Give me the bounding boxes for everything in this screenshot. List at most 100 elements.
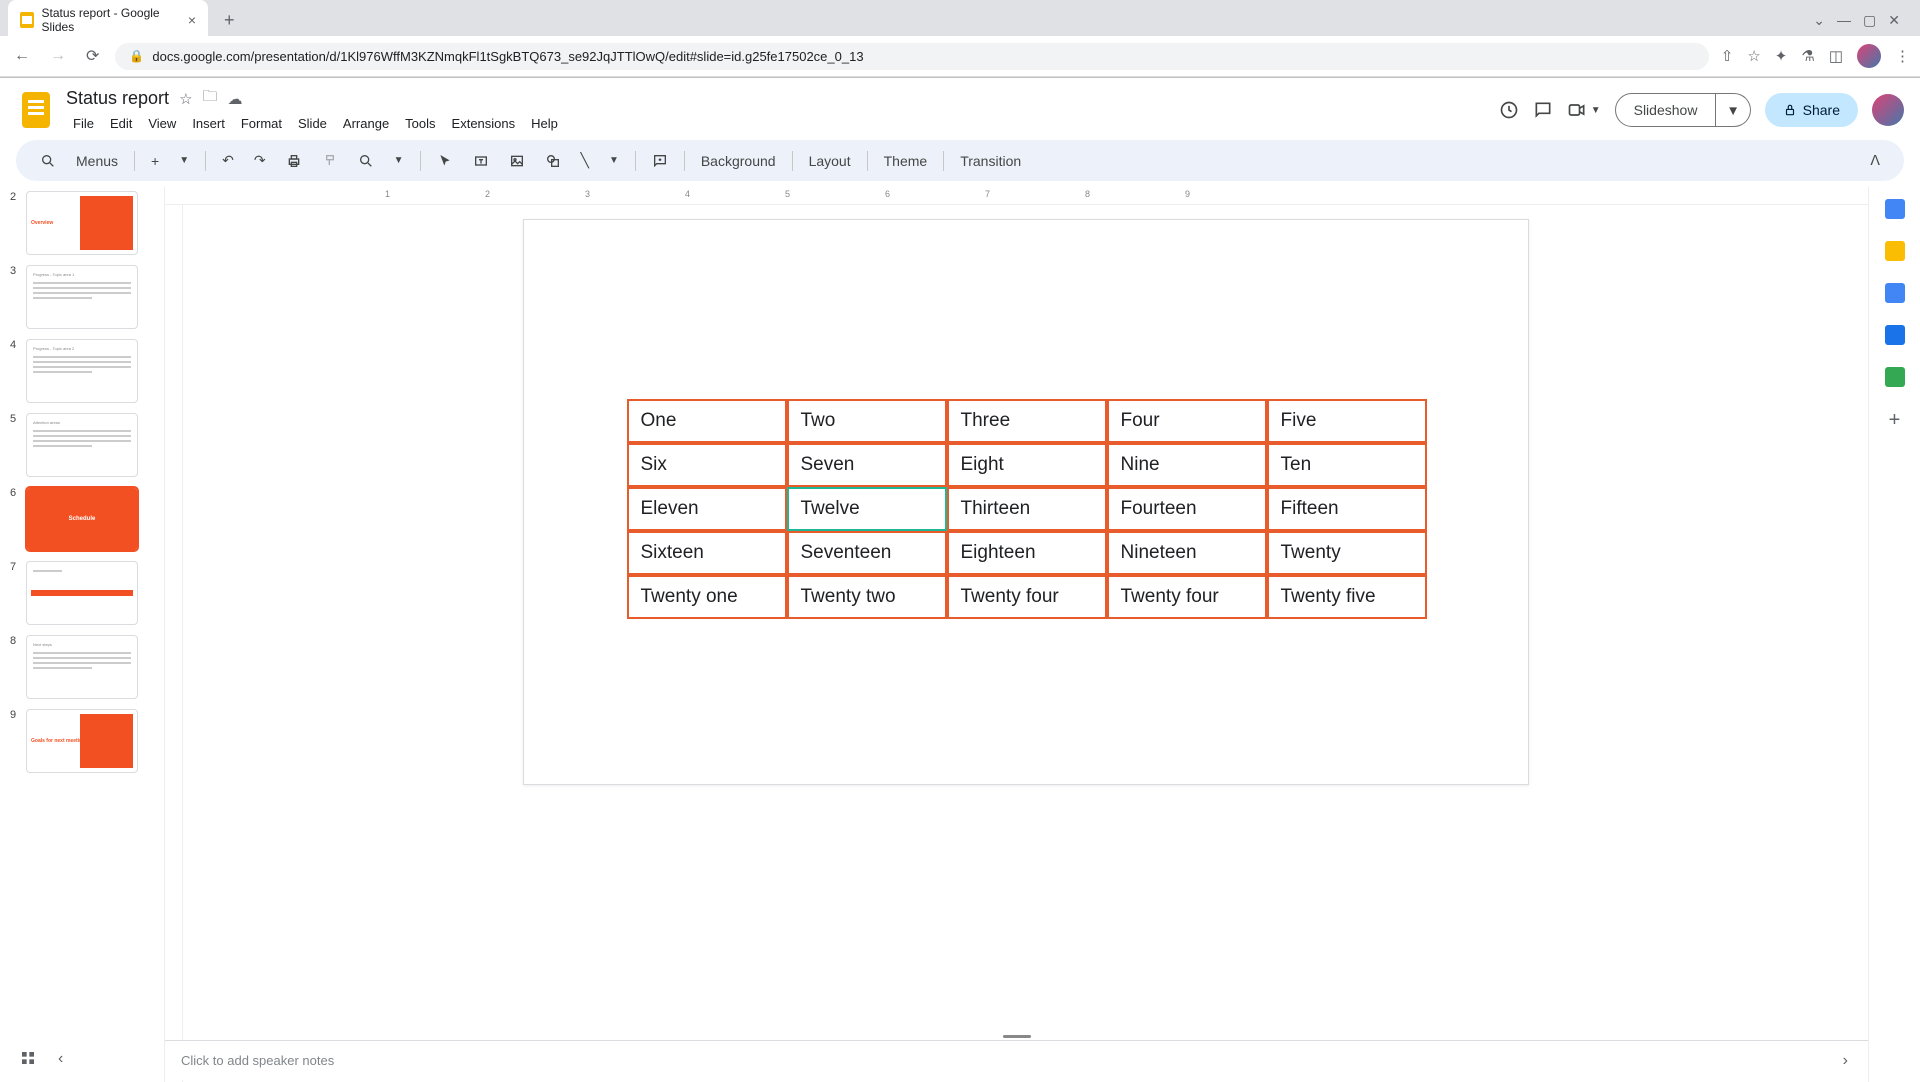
- table-cell[interactable]: Sixteen: [627, 531, 787, 575]
- select-tool[interactable]: [429, 147, 461, 175]
- table-cell[interactable]: Twenty four: [1107, 575, 1267, 619]
- new-tab-button[interactable]: +: [216, 6, 243, 35]
- forward-button[interactable]: →: [46, 43, 70, 69]
- table-cell[interactable]: Eight: [947, 443, 1107, 487]
- menus-button[interactable]: Menus: [68, 147, 126, 175]
- slide-thumbnail[interactable]: Goals for next meeting: [26, 709, 138, 773]
- slide-thumbnail[interactable]: [26, 561, 138, 625]
- menu-extensions[interactable]: Extensions: [445, 113, 523, 134]
- table-cell[interactable]: Twenty: [1267, 531, 1427, 575]
- table-cell[interactable]: Seven: [787, 443, 947, 487]
- table-cell[interactable]: Seventeen: [787, 531, 947, 575]
- table-cell[interactable]: Five: [1267, 399, 1427, 443]
- speaker-notes-bar[interactable]: Click to add speaker notes ›: [165, 1040, 1868, 1080]
- profile-avatar[interactable]: [1857, 44, 1881, 68]
- search-menus-icon[interactable]: [32, 147, 64, 175]
- theme-button[interactable]: Theme: [876, 147, 936, 175]
- star-icon[interactable]: ☆: [179, 90, 192, 108]
- menu-slide[interactable]: Slide: [291, 113, 334, 134]
- prev-slide-icon[interactable]: ‹: [54, 1046, 67, 1072]
- layout-button[interactable]: Layout: [801, 147, 859, 175]
- image-tool[interactable]: [501, 147, 533, 175]
- menu-arrange[interactable]: Arrange: [336, 113, 396, 134]
- table-cell[interactable]: Twenty one: [627, 575, 787, 619]
- table-cell[interactable]: Four: [1107, 399, 1267, 443]
- keep-icon[interactable]: [1885, 241, 1905, 261]
- zoom-button[interactable]: [350, 147, 382, 175]
- table-cell[interactable]: One: [627, 399, 787, 443]
- slideshow-button[interactable]: Slideshow: [1615, 93, 1717, 127]
- table-cell[interactable]: Thirteen: [947, 487, 1107, 531]
- slide-thumbnail[interactable]: Attention areas: [26, 413, 138, 477]
- meet-dropdown-icon[interactable]: ▼: [1591, 105, 1601, 116]
- slide-thumbnail[interactable]: Overview: [26, 191, 138, 255]
- slideshow-dropdown[interactable]: ▼: [1716, 93, 1750, 127]
- back-button[interactable]: ←: [10, 43, 34, 69]
- zoom-dropdown[interactable]: ▼: [386, 149, 412, 172]
- slides-logo[interactable]: [16, 90, 56, 130]
- new-slide-dropdown[interactable]: ▼: [171, 149, 197, 172]
- extensions-icon[interactable]: ✦: [1775, 47, 1788, 65]
- paint-format-button[interactable]: [314, 147, 346, 175]
- menu-tools[interactable]: Tools: [398, 113, 442, 134]
- table-cell[interactable]: Six: [627, 443, 787, 487]
- next-slide-icon[interactable]: ›: [1839, 1048, 1852, 1074]
- canvas-viewport[interactable]: OneTwoThreeFourFiveSixSevenEightNineTenE…: [183, 205, 1868, 1082]
- line-dropdown[interactable]: ▼: [601, 149, 627, 172]
- slide-thumbnail[interactable]: Schedule: [26, 487, 138, 551]
- maximize-icon[interactable]: ▢: [1863, 12, 1876, 29]
- table-cell[interactable]: Fifteen: [1267, 487, 1427, 531]
- meet-icon[interactable]: [1567, 100, 1587, 120]
- labs-icon[interactable]: ⚗: [1801, 47, 1814, 65]
- line-tool[interactable]: ╲: [573, 146, 597, 175]
- slides-panel[interactable]: 2Overview3Progress - Topic area 14Progre…: [0, 187, 165, 1082]
- bookmark-icon[interactable]: ☆: [1747, 47, 1760, 65]
- new-slide-button[interactable]: +: [143, 147, 167, 175]
- tasks-icon[interactable]: [1885, 283, 1905, 303]
- calendar-icon[interactable]: [1885, 199, 1905, 219]
- comment-tool[interactable]: [644, 147, 676, 175]
- table-cell[interactable]: Twenty four: [947, 575, 1107, 619]
- comments-icon[interactable]: [1533, 100, 1553, 120]
- background-button[interactable]: Background: [693, 147, 784, 175]
- table-cell[interactable]: Two: [787, 399, 947, 443]
- share-url-icon[interactable]: ⇧: [1721, 47, 1734, 65]
- menu-view[interactable]: View: [141, 113, 183, 134]
- contacts-icon[interactable]: [1885, 325, 1905, 345]
- notes-placeholder[interactable]: Click to add speaker notes: [181, 1053, 1839, 1068]
- sidepanel-icon[interactable]: ◫: [1829, 47, 1843, 65]
- collapse-toolbar-icon[interactable]: ᐱ: [1862, 146, 1888, 175]
- redo-button[interactable]: ↷: [246, 146, 274, 175]
- table-cell[interactable]: Eleven: [627, 487, 787, 531]
- table-cell[interactable]: Twenty five: [1267, 575, 1427, 619]
- grid-view-icon[interactable]: [16, 1046, 40, 1072]
- share-button[interactable]: Share: [1765, 93, 1858, 127]
- close-tab-icon[interactable]: ×: [188, 12, 196, 28]
- reload-button[interactable]: ⟳: [82, 42, 103, 70]
- maps-icon[interactable]: [1885, 367, 1905, 387]
- slide-thumbnail[interactable]: Progress - Topic area 2: [26, 339, 138, 403]
- table-cell[interactable]: Ten: [1267, 443, 1427, 487]
- menu-help[interactable]: Help: [524, 113, 565, 134]
- browser-tab[interactable]: Status report - Google Slides ×: [8, 0, 208, 40]
- table-cell[interactable]: Twelve: [787, 487, 947, 531]
- minimize-icon[interactable]: —: [1837, 12, 1851, 29]
- address-bar[interactable]: 🔒 docs.google.com/presentation/d/1Kl976W…: [115, 43, 1708, 70]
- menu-insert[interactable]: Insert: [185, 113, 232, 134]
- menu-file[interactable]: File: [66, 113, 101, 134]
- history-icon[interactable]: [1499, 100, 1519, 120]
- slide-canvas[interactable]: OneTwoThreeFourFiveSixSevenEightNineTenE…: [523, 219, 1529, 785]
- move-icon[interactable]: 🗀: [203, 86, 218, 111]
- cloud-status-icon[interactable]: ☁: [228, 90, 243, 108]
- table-cell[interactable]: Three: [947, 399, 1107, 443]
- notes-resize-handle[interactable]: [1003, 1035, 1031, 1038]
- menu-edit[interactable]: Edit: [103, 113, 139, 134]
- add-addon-icon[interactable]: +: [1889, 409, 1901, 432]
- table-cell[interactable]: Fourteen: [1107, 487, 1267, 531]
- print-button[interactable]: [278, 147, 310, 175]
- transition-button[interactable]: Transition: [952, 147, 1029, 175]
- menu-format[interactable]: Format: [234, 113, 289, 134]
- close-window-icon[interactable]: ✕: [1888, 12, 1900, 29]
- table-cell[interactable]: Twenty two: [787, 575, 947, 619]
- slide-table[interactable]: OneTwoThreeFourFiveSixSevenEightNineTenE…: [627, 399, 1427, 619]
